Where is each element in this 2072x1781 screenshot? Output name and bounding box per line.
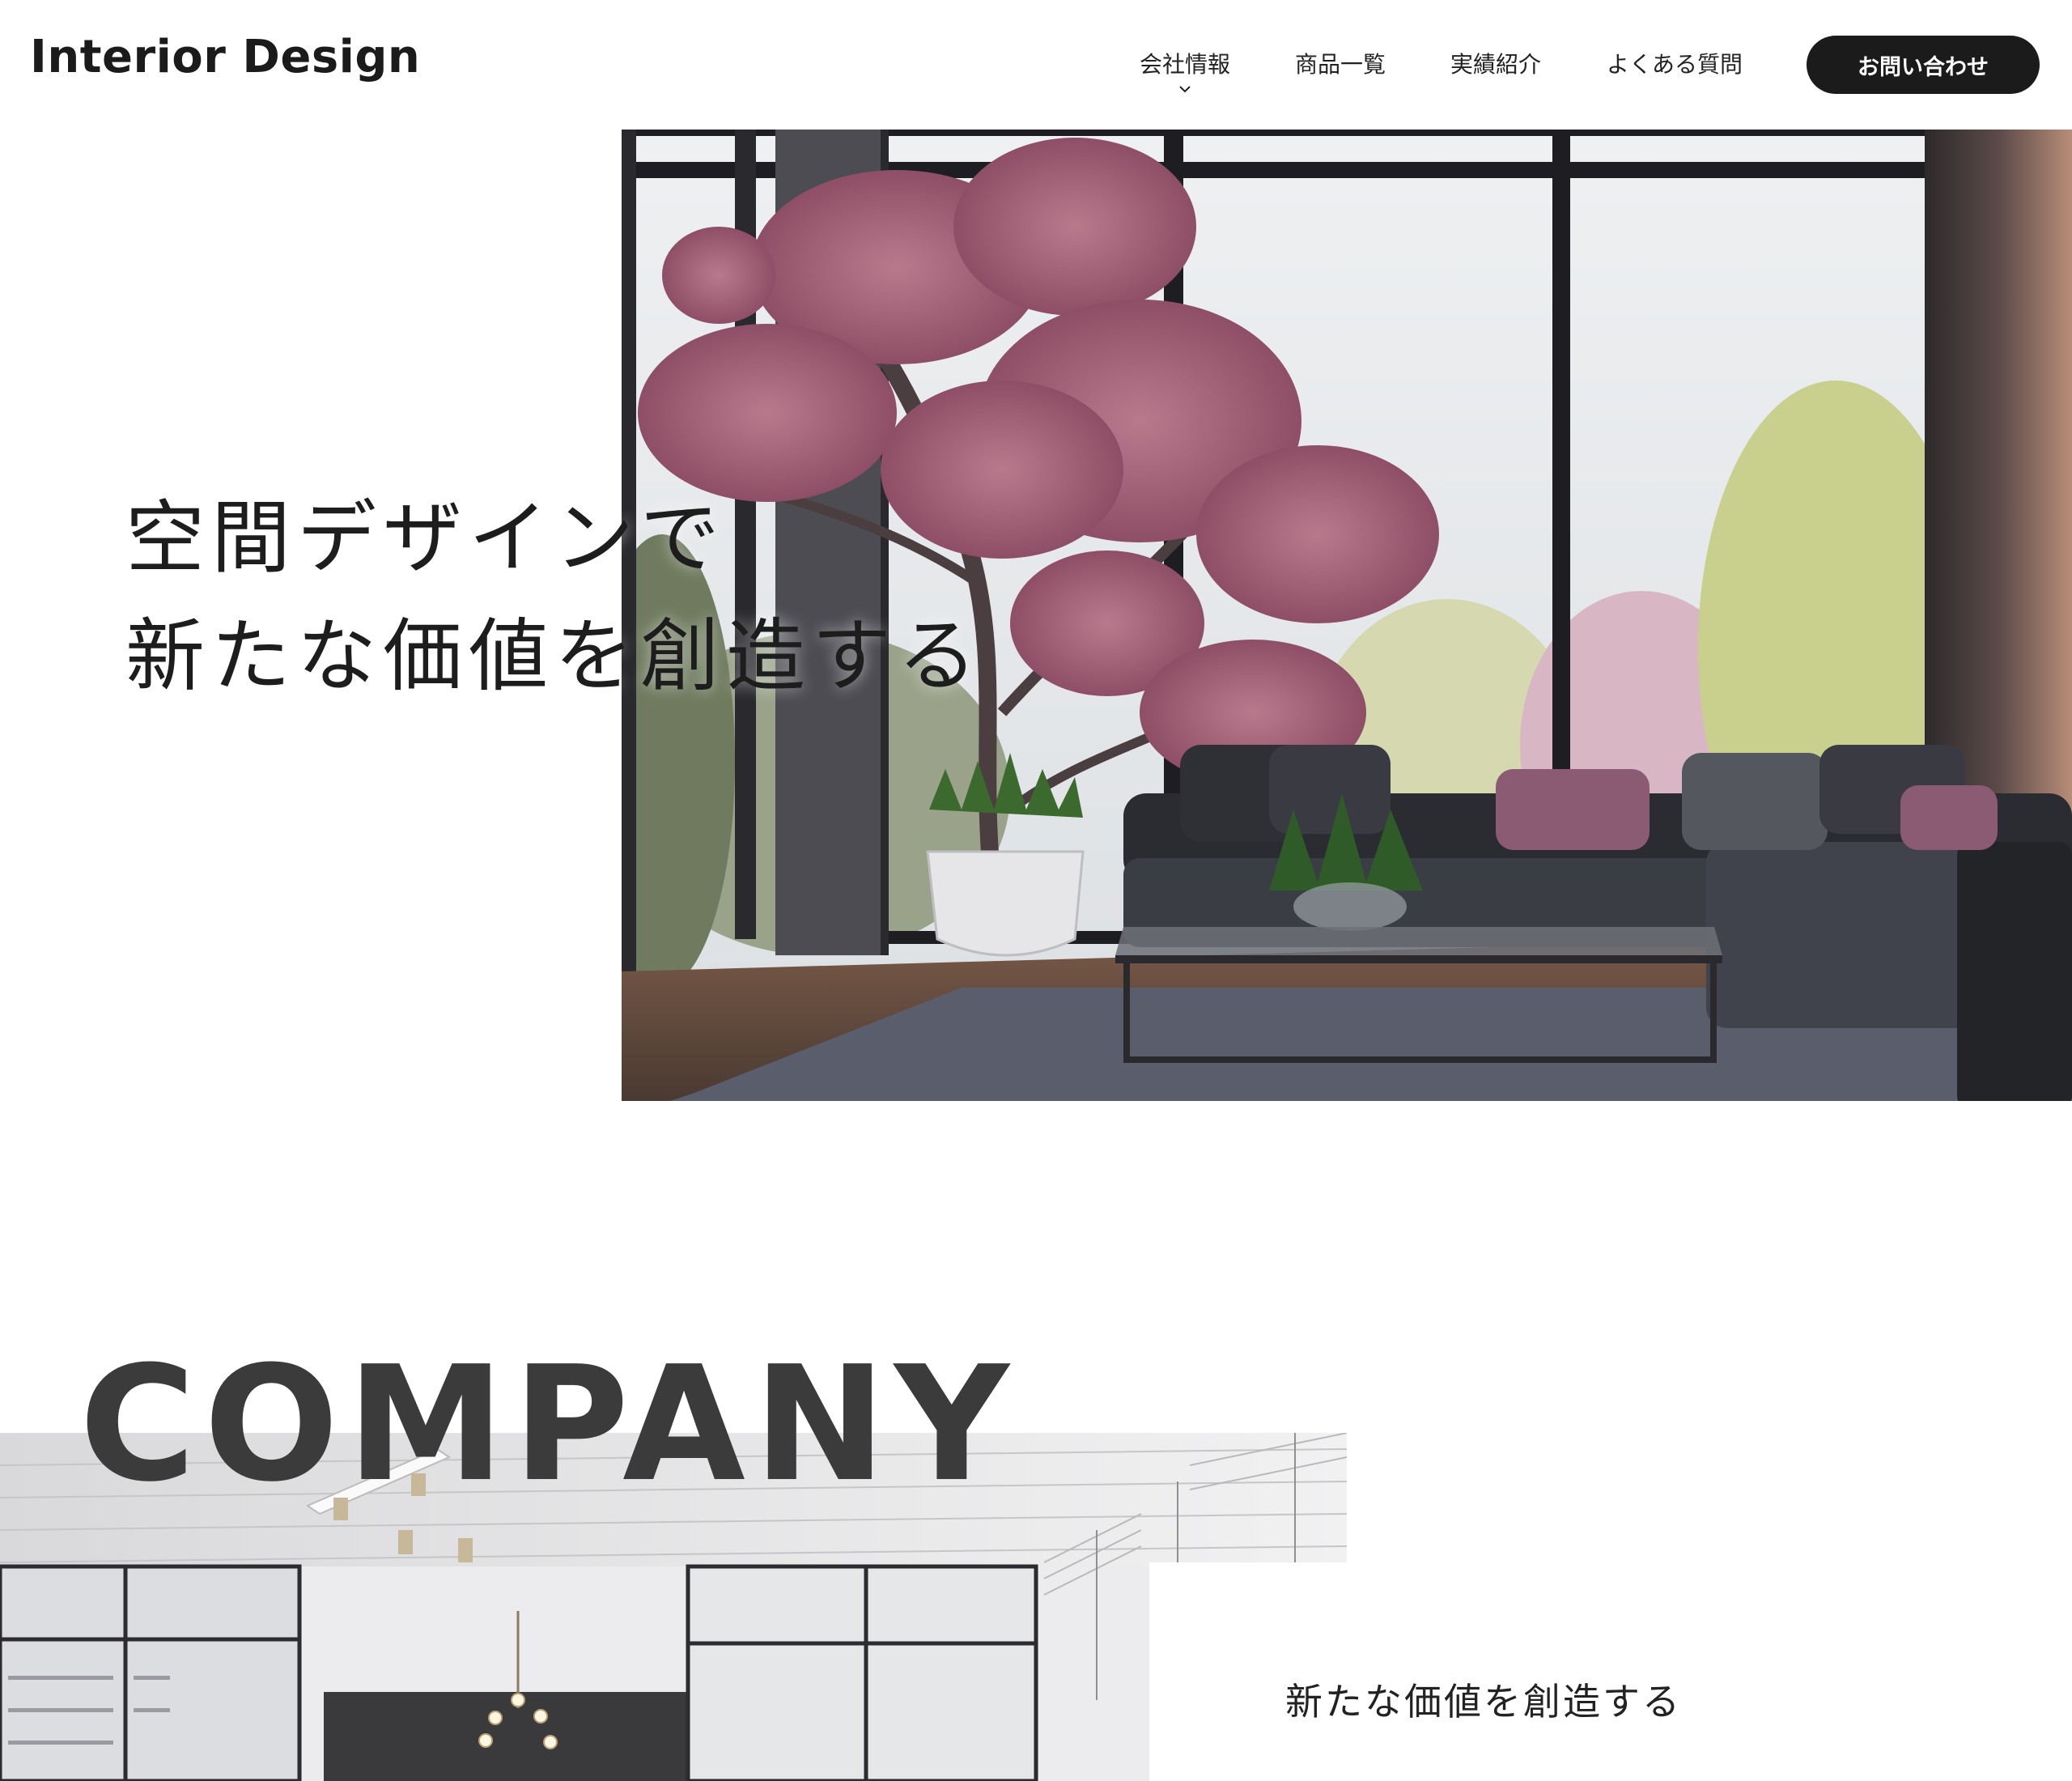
nav-item-label: 会社情報 <box>1140 51 1231 78</box>
company-subheading: 新たな価値を創造する <box>1285 1680 1682 1724</box>
company-text-panel <box>1149 1562 2072 1781</box>
nav-item-label: 商品一覧 <box>1295 51 1386 78</box>
nav-item-faq[interactable]: よくある質問 <box>1607 47 1743 79</box>
company-heading: COMPANY <box>79 1333 1017 1517</box>
nav-item-works[interactable]: 実績紹介 <box>1450 47 1541 79</box>
contact-button[interactable]: お問い合わせ <box>1807 36 2040 94</box>
nav-item-label: よくある質問 <box>1607 51 1743 78</box>
chevron-down-icon <box>1179 86 1191 93</box>
page: Interior Design 会社情報 商品一覧 実績紹介 よくある質問 お問… <box>0 0 2072 1781</box>
nav-item-company-info[interactable]: 会社情報 <box>1140 47 1231 93</box>
nav-item-label: 実績紹介 <box>1450 51 1542 78</box>
site-logo[interactable]: Interior Design <box>30 31 420 83</box>
hero-tagline: 空間デザインで 新たな価値を創造する <box>125 479 983 716</box>
nav-item-products[interactable]: 商品一覧 <box>1295 47 1386 79</box>
hero-tagline-line1: 空間デザインで <box>125 492 727 584</box>
hero-tagline-line2: 新たな価値を創造する <box>125 610 984 703</box>
site-header: Interior Design 会社情報 商品一覧 実績紹介 よくある質問 お問… <box>0 0 2072 130</box>
